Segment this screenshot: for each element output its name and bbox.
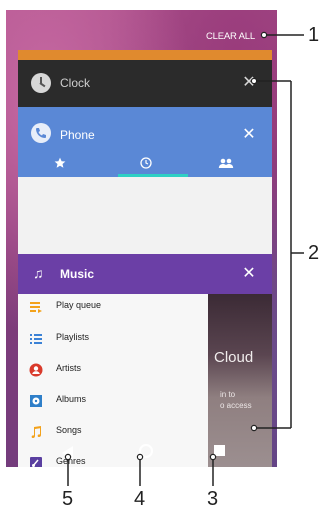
- callout-1: 1: [308, 24, 320, 46]
- callout-3: 3: [207, 488, 219, 510]
- callout-5: 5: [62, 488, 74, 510]
- callout-2: 2: [308, 242, 320, 264]
- callout-4: 4: [134, 488, 146, 510]
- callout-lines: [64, 31, 304, 486]
